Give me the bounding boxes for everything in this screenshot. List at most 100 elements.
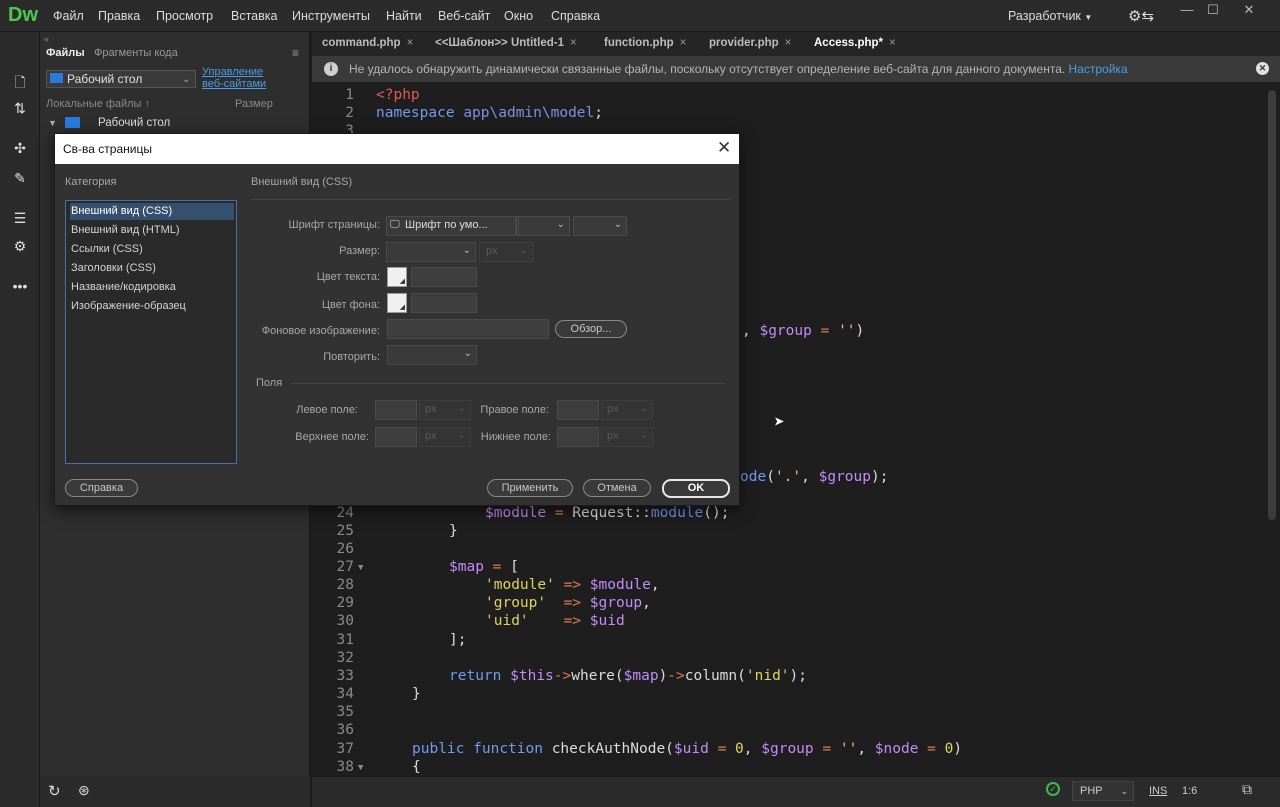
code-line: } — [412, 686, 421, 702]
menu-find[interactable]: Найти — [386, 9, 422, 23]
connect-icon[interactable]: ⊛ — [78, 782, 90, 799]
manage-sites-link[interactable]: Управление веб-сайтами — [202, 66, 266, 90]
fold-arrow-icon[interactable]: ▼ — [358, 763, 363, 773]
bg-color-input[interactable] — [411, 293, 477, 313]
divider — [251, 199, 731, 200]
menu-edit[interactable]: Правка — [98, 9, 140, 23]
scrollbar[interactable] — [1268, 90, 1276, 520]
desktop-icon — [65, 117, 80, 128]
menu-file[interactable]: Файл — [53, 9, 84, 23]
bg-color-swatch[interactable]: ◢ — [387, 293, 407, 313]
insert-mode[interactable]: INS — [1149, 785, 1167, 797]
tab-command-php[interactable]: command.php × — [322, 37, 413, 49]
top-margin-label: Верхнее поле: — [295, 431, 369, 443]
apply-button[interactable]: Применить — [487, 479, 573, 497]
check-icon[interactable]: ✓ — [1046, 782, 1060, 796]
code-snippet-icon[interactable]: ⚙ — [10, 238, 30, 256]
chevron-down-icon: ⌄ — [556, 219, 565, 230]
panel-menu-icon[interactable]: ≡ — [292, 46, 299, 60]
more-icon[interactable]: ••• — [10, 278, 30, 296]
category-item[interactable]: Внешний вид (CSS) — [70, 203, 234, 220]
category-item[interactable]: Заголовки (CSS) — [70, 260, 234, 277]
dropdown-triangle-icon: ◢ — [399, 278, 405, 285]
close-icon[interactable]: × — [889, 37, 896, 49]
local-files-header: Локальные файлы ↑ — [46, 98, 151, 110]
top-margin-unit[interactable]: px ⌄ — [419, 427, 471, 447]
menu-help[interactable]: Справка — [551, 9, 600, 23]
category-item[interactable]: Название/кодировка — [70, 279, 234, 296]
text-color-input[interactable] — [411, 267, 477, 287]
format-source-icon[interactable]: ✎ — [10, 170, 30, 188]
close-icon[interactable]: ✕ — [1256, 62, 1269, 75]
tab-label: function.php — [604, 37, 674, 49]
refresh-icon[interactable]: ↻ — [48, 782, 61, 800]
sync-settings-icon[interactable]: ⚙⇆ — [1128, 7, 1154, 25]
chevron-down-icon: ▼ — [1084, 13, 1093, 22]
ok-button[interactable]: OK — [662, 479, 730, 498]
unit-value: px — [425, 403, 437, 415]
text-color-swatch[interactable]: ◢ — [387, 267, 407, 287]
category-item[interactable]: Внешний вид (HTML) — [70, 222, 234, 239]
close-icon[interactable]: × — [680, 37, 687, 49]
dialog-titlebar: Св-ва страницы ✕ — [55, 134, 739, 164]
menu-site[interactable]: Веб-сайт — [438, 9, 490, 23]
tree-expand-icon[interactable]: ▼ — [48, 118, 57, 128]
top-margin-input[interactable] — [375, 427, 417, 447]
files-status-bar: ↻ ⊛ — [40, 776, 310, 807]
tab-provider-php[interactable]: provider.php × — [709, 37, 791, 49]
size-select[interactable]: ⌄ — [386, 242, 476, 262]
menu-view[interactable]: Просмотр — [156, 9, 213, 23]
cursor-position: 1:6 — [1182, 785, 1198, 797]
tab-function-php[interactable]: function.php × — [604, 37, 686, 49]
tab-access-php[interactable]: Access.php* × — [814, 37, 896, 49]
close-icon[interactable]: × — [570, 37, 577, 49]
file-transfer-icon[interactable]: ⇅ — [10, 100, 30, 118]
language-select[interactable]: PHP ⌄ — [1072, 781, 1134, 801]
close-icon[interactable]: × — [785, 37, 792, 49]
help-button[interactable]: Справка — [65, 479, 138, 497]
margins-title: Поля — [256, 377, 283, 389]
comment-icon[interactable]: ☰ — [10, 210, 30, 228]
menu-insert[interactable]: Вставка — [231, 9, 277, 23]
line-number: 30 — [336, 613, 354, 629]
tab-untitled-template[interactable]: <<Шаблон>> Untitled-1 × — [435, 37, 577, 49]
cancel-button[interactable]: Отмена — [583, 479, 651, 497]
close-icon[interactable]: × — [407, 37, 414, 49]
repeat-select[interactable]: ⌄ — [387, 345, 477, 365]
menu-window[interactable]: Окно — [504, 9, 533, 23]
site-select[interactable]: Рабочий стол ⌄ — [46, 70, 196, 88]
workspace-switcher[interactable]: Разработчик ▼ — [1008, 9, 1092, 23]
size-unit-select[interactable]: px ⌄ — [479, 242, 533, 262]
left-margin-unit[interactable]: px ⌄ — [419, 400, 471, 420]
tab-snippets[interactable]: Фрагменты кода — [94, 47, 178, 59]
open-documents-icon[interactable]: 🗋 — [10, 72, 30, 90]
right-margin-input[interactable] — [557, 400, 599, 420]
category-item[interactable]: Ссылки (CSS) — [70, 241, 234, 258]
font-weight-select[interactable]: ⌄ — [518, 216, 570, 236]
tab-label: provider.php — [709, 37, 779, 49]
maximize-icon[interactable]: ☐ — [1198, 2, 1228, 18]
tab-files[interactable]: Файлы — [46, 47, 85, 59]
menu-tools[interactable]: Инструменты — [292, 9, 370, 23]
chevron-down-icon: ⌄ — [457, 403, 466, 414]
close-window-icon[interactable]: ✕ — [1234, 2, 1264, 18]
collapse-expand-icon[interactable]: ✣ — [10, 140, 30, 158]
left-margin-input[interactable] — [375, 400, 417, 420]
fold-arrow-icon[interactable]: ▼ — [358, 563, 363, 573]
bottom-margin-unit[interactable]: px ⌄ — [601, 427, 653, 447]
info-message-text: Не удалось обнаружить динамически связан… — [349, 62, 1066, 76]
font-select[interactable]: 🖵 Шрифт по умо... ⌄ — [386, 216, 529, 236]
category-item[interactable]: Изображение-образец — [70, 298, 234, 315]
tree-root-label[interactable]: Рабочий стол — [98, 117, 170, 129]
window-size-icon[interactable]: ⧉ — [1242, 781, 1252, 798]
close-icon[interactable]: ✕ — [717, 138, 731, 158]
browse-button[interactable]: Обзор... — [555, 320, 627, 338]
workspace-label: Разработчик — [1008, 9, 1081, 23]
code-line: 'module' => $module, — [485, 577, 660, 593]
bg-image-input[interactable] — [387, 319, 549, 339]
font-style-select[interactable]: ⌄ — [573, 216, 627, 236]
right-margin-unit[interactable]: px ⌄ — [601, 400, 653, 420]
bottom-margin-input[interactable] — [557, 427, 599, 447]
setup-link[interactable]: Настройка — [1069, 62, 1128, 76]
collapse-panel-icon[interactable]: « — [44, 34, 49, 44]
